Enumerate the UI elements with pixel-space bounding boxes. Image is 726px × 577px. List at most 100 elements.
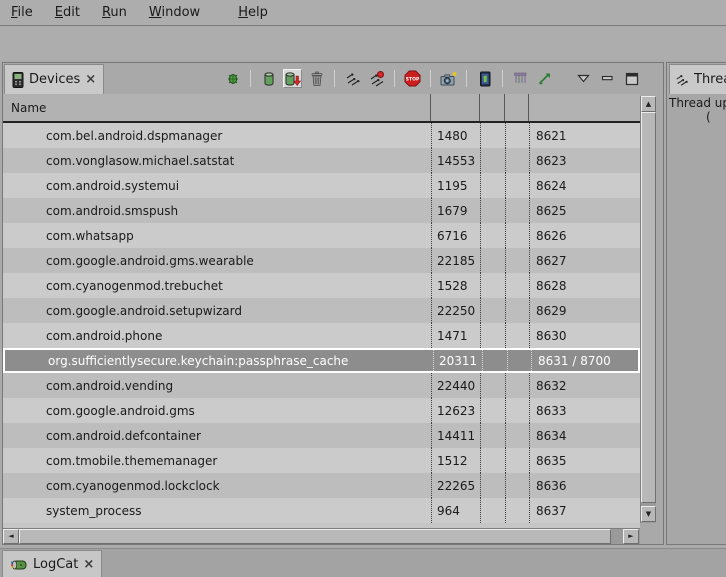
start-method-profiling-icon[interactable] <box>367 69 386 88</box>
table-row[interactable]: com.android.smspush16798625 <box>3 198 640 223</box>
empty-cell <box>505 273 529 298</box>
empty-cell <box>505 423 529 448</box>
column-header-blank[interactable] <box>480 94 505 121</box>
horizontal-scrollbar[interactable]: ◄ ► <box>3 528 640 544</box>
table-row[interactable]: com.android.systemui11958624 <box>3 173 640 198</box>
process-pid: 1195 <box>431 173 480 198</box>
menu-run[interactable]: Run <box>91 2 138 23</box>
menu-edit[interactable]: Edit <box>44 2 91 23</box>
table-row[interactable]: com.vonglasow.michael.satstat145538623 <box>3 148 640 173</box>
empty-cell <box>480 373 505 398</box>
sysinfo-icon[interactable] <box>535 69 554 88</box>
cause-gc-icon[interactable] <box>307 69 326 88</box>
vertical-scrollbar-thumb[interactable] <box>641 112 656 503</box>
process-pid: 1471 <box>431 323 480 348</box>
screen-capture-icon[interactable] <box>439 69 458 88</box>
process-port: 8625 <box>529 198 640 223</box>
toolbar-separator <box>430 70 431 87</box>
scroll-right-button[interactable]: ► <box>623 529 639 544</box>
tab-devices[interactable]: Devices × <box>4 64 104 94</box>
process-pid: 22185 <box>431 248 480 273</box>
process-port: 8621 <box>529 123 640 148</box>
stop-process-icon[interactable]: STOP <box>403 69 422 88</box>
tab-threads[interactable]: Threads <box>669 64 726 94</box>
empty-cell <box>480 423 505 448</box>
horizontal-scrollbar-thumb[interactable] <box>19 529 611 544</box>
process-pid: 22265 <box>431 473 480 498</box>
empty-cell <box>505 123 529 148</box>
threads-message-line2: ( <box>669 110 726 124</box>
devices-table-body: com.bel.android.dspmanager1480 8621com.vo… <box>3 123 640 523</box>
process-name: com.bel.android.dspmanager <box>3 123 431 148</box>
menu-help[interactable]: Help <box>227 2 279 23</box>
view-menu-icon[interactable] <box>574 69 593 88</box>
process-name: com.cyanogenmod.lockclock <box>3 473 431 498</box>
process-port: 8623 <box>529 148 640 173</box>
column-header-port[interactable] <box>529 94 640 121</box>
scroll-left-button[interactable]: ◄ <box>3 529 19 544</box>
close-icon[interactable]: × <box>85 73 96 86</box>
table-row[interactable]: com.cyanogenmod.trebuchet15288628 <box>3 273 640 298</box>
table-row[interactable]: com.bel.android.dspmanager1480 8621 <box>3 123 640 148</box>
process-pid: 12623 <box>431 398 480 423</box>
table-row[interactable]: com.cyanogenmod.lockclock22265 8636 <box>3 473 640 498</box>
process-name: com.whatsapp <box>3 223 431 248</box>
empty-cell <box>505 248 529 273</box>
process-pid: 1679 <box>431 198 480 223</box>
vertical-scrollbar[interactable]: ▲ ▼ <box>640 96 656 523</box>
column-header-blank[interactable] <box>505 94 529 121</box>
table-row[interactable]: com.google.android.setupwizard222508629 <box>3 298 640 323</box>
close-icon[interactable]: × <box>83 558 94 571</box>
table-row[interactable]: com.google.android.gms126238633 <box>3 398 640 423</box>
update-heap-icon[interactable] <box>259 69 278 88</box>
maximize-icon[interactable] <box>622 69 641 88</box>
process-name: com.google.android.setupwizard <box>3 298 431 323</box>
column-header-name[interactable]: Name <box>3 94 431 121</box>
phone-icon <box>12 72 24 88</box>
table-row-selected[interactable]: org.sufficientlysecure.keychain:passphra… <box>3 348 640 373</box>
process-port: 8636 <box>529 473 640 498</box>
process-port: 8627 <box>529 248 640 273</box>
empty-cell <box>480 198 505 223</box>
dump-hprof-icon[interactable] <box>283 69 302 88</box>
empty-cell <box>505 298 529 323</box>
process-pid: 1512 <box>431 448 480 473</box>
table-row[interactable]: com.android.defcontainer144118634 <box>3 423 640 448</box>
table-row[interactable]: com.google.android.gms.wearable221858627 <box>3 248 640 273</box>
menu-window[interactable]: Window <box>138 2 211 23</box>
process-name: com.android.phone <box>3 323 431 348</box>
empty-cell <box>480 448 505 473</box>
threads-view: Threads Thread up ( <box>666 62 726 545</box>
process-pid: 964 <box>431 498 480 523</box>
empty-cell <box>480 148 505 173</box>
debug-process-icon[interactable] <box>223 69 242 88</box>
process-pid: 1480 <box>431 123 480 148</box>
toolbar-separator <box>334 70 335 87</box>
empty-toolbar-strip <box>0 27 726 60</box>
process-port: 8637 <box>529 498 640 523</box>
empty-cell <box>505 173 529 198</box>
empty-cell <box>480 298 505 323</box>
stop-text: STOP <box>406 76 420 82</box>
tab-logcat[interactable]: LogCat × <box>2 550 102 577</box>
empty-cell <box>505 223 529 248</box>
table-row[interactable]: com.whatsapp67168626 <box>3 223 640 248</box>
capture-device-view-icon[interactable] <box>475 69 494 88</box>
dump-view-hierarchy-icon[interactable] <box>511 69 530 88</box>
table-row[interactable]: system_process9648637 <box>3 498 640 523</box>
empty-cell <box>505 398 529 423</box>
scroll-up-button[interactable]: ▲ <box>641 96 656 112</box>
table-row[interactable]: com.tmobile.thememanager15128635 <box>3 448 640 473</box>
scroll-down-button[interactable]: ▼ <box>641 506 656 522</box>
ddms-window: File Edit Run Window Help Devices × <box>0 0 726 577</box>
column-header-pid[interactable] <box>431 94 480 121</box>
toolbar-separator <box>250 70 251 87</box>
minimize-icon[interactable] <box>598 69 617 88</box>
tab-threads-label: Threads <box>694 72 726 87</box>
table-row[interactable]: com.android.phone14718630 <box>3 323 640 348</box>
table-row[interactable]: com.android.vending224408632 <box>3 373 640 398</box>
menu-file[interactable]: File <box>0 2 44 23</box>
devices-tabbar: Devices × <box>3 63 663 94</box>
threads-icon <box>675 73 689 87</box>
update-threads-icon[interactable] <box>343 69 362 88</box>
